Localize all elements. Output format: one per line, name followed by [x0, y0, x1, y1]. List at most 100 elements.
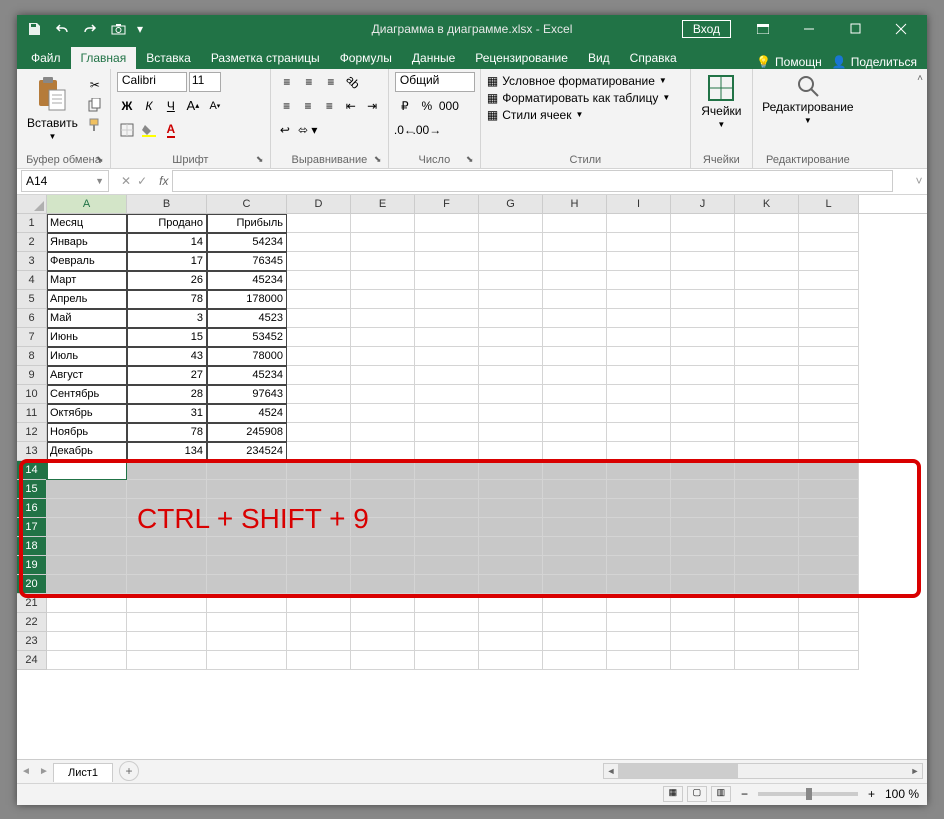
undo-icon[interactable]	[49, 17, 75, 41]
cell[interactable]	[415, 328, 479, 347]
cell[interactable]	[607, 290, 671, 309]
cell[interactable]	[799, 385, 859, 404]
tab-insert[interactable]: Вставка	[136, 47, 201, 69]
cell[interactable]	[351, 480, 415, 499]
row-header[interactable]: 15	[17, 480, 47, 499]
cell[interactable]	[351, 651, 415, 670]
cell[interactable]	[735, 518, 799, 537]
cell[interactable]	[607, 404, 671, 423]
italic-button[interactable]: К	[139, 96, 159, 116]
tab-formulas[interactable]: Формулы	[330, 47, 402, 69]
cell[interactable]	[607, 575, 671, 594]
cell[interactable]	[415, 651, 479, 670]
cell[interactable]	[735, 632, 799, 651]
font-size-combo[interactable]: 11	[189, 72, 221, 92]
column-header[interactable]: I	[607, 195, 671, 213]
cell[interactable]	[127, 480, 207, 499]
cell[interactable]	[479, 537, 543, 556]
cell[interactable]	[287, 309, 351, 328]
tab-review[interactable]: Рецензирование	[465, 47, 578, 69]
cell[interactable]	[799, 404, 859, 423]
align-middle-icon[interactable]: ≡	[299, 72, 319, 92]
cell[interactable]	[287, 271, 351, 290]
cell[interactable]	[735, 480, 799, 499]
cell[interactable]	[479, 556, 543, 575]
cell[interactable]	[543, 556, 607, 575]
editing-button[interactable]: Редактирование ▼	[759, 72, 857, 127]
cell[interactable]	[735, 309, 799, 328]
save-icon[interactable]	[21, 17, 47, 41]
cell[interactable]	[479, 651, 543, 670]
horizontal-scrollbar[interactable]: ◄ ►	[139, 763, 927, 779]
cell[interactable]: Месяц	[47, 214, 127, 233]
sheet-nav-prev-icon[interactable]: ◄	[17, 766, 35, 777]
align-top-icon[interactable]: ≡	[277, 72, 297, 92]
number-dialog-launcher[interactable]: ⬊	[466, 154, 478, 166]
row-header[interactable]: 6	[17, 309, 47, 328]
cell[interactable]	[543, 480, 607, 499]
add-sheet-button[interactable]: +	[119, 761, 139, 781]
view-page-layout-icon[interactable]: ▢	[687, 786, 707, 802]
row-header[interactable]: 5	[17, 290, 47, 309]
row-header[interactable]: 14	[17, 461, 47, 480]
cell[interactable]	[351, 328, 415, 347]
cell[interactable]	[799, 480, 859, 499]
cell[interactable]	[671, 651, 735, 670]
cell[interactable]	[287, 632, 351, 651]
cell[interactable]: 78000	[207, 347, 287, 366]
column-header[interactable]: K	[735, 195, 799, 213]
cell[interactable]	[799, 366, 859, 385]
cell[interactable]	[479, 613, 543, 632]
sheet-tab[interactable]: Лист1	[53, 763, 113, 782]
cell[interactable]: Сентябрь	[47, 385, 127, 404]
row-header[interactable]: 12	[17, 423, 47, 442]
cell[interactable]	[799, 442, 859, 461]
column-header[interactable]: C	[207, 195, 287, 213]
column-header[interactable]: E	[351, 195, 415, 213]
cell[interactable]	[415, 347, 479, 366]
cell[interactable]	[607, 385, 671, 404]
cell[interactable]	[735, 499, 799, 518]
conditional-formatting-button[interactable]: ▦Условное форматирование▼	[487, 74, 684, 88]
cell[interactable]	[351, 252, 415, 271]
cell[interactable]	[479, 233, 543, 252]
cell[interactable]	[127, 651, 207, 670]
cell[interactable]	[543, 537, 607, 556]
column-header[interactable]: L	[799, 195, 859, 213]
cell[interactable]	[735, 233, 799, 252]
cell[interactable]	[47, 613, 127, 632]
row-header[interactable]: 19	[17, 556, 47, 575]
cell[interactable]	[351, 461, 415, 480]
cell[interactable]	[671, 499, 735, 518]
cell[interactable]	[735, 651, 799, 670]
cell[interactable]	[351, 632, 415, 651]
cell[interactable]	[351, 423, 415, 442]
row-header[interactable]: 8	[17, 347, 47, 366]
percent-icon[interactable]: %	[417, 96, 437, 116]
scroll-right-icon[interactable]: ►	[908, 764, 922, 778]
cell[interactable]	[479, 366, 543, 385]
column-header[interactable]: A	[47, 195, 127, 213]
cell[interactable]	[607, 366, 671, 385]
cell[interactable]	[415, 499, 479, 518]
cell[interactable]	[207, 480, 287, 499]
cell[interactable]	[207, 461, 287, 480]
row-header[interactable]: 17	[17, 518, 47, 537]
cell[interactable]	[607, 613, 671, 632]
cell[interactable]	[671, 366, 735, 385]
cell[interactable]	[735, 575, 799, 594]
cell[interactable]	[415, 252, 479, 271]
cell[interactable]	[351, 290, 415, 309]
cell[interactable]	[287, 556, 351, 575]
cell[interactable]	[415, 309, 479, 328]
redo-icon[interactable]	[77, 17, 103, 41]
row-header[interactable]: 10	[17, 385, 47, 404]
cell[interactable]: Февраль	[47, 252, 127, 271]
cell[interactable]	[127, 632, 207, 651]
cell[interactable]	[543, 518, 607, 537]
cell[interactable]	[351, 347, 415, 366]
tab-view[interactable]: Вид	[578, 47, 620, 69]
cell[interactable]	[207, 594, 287, 613]
alignment-dialog-launcher[interactable]: ⬊	[374, 154, 386, 166]
cell[interactable]	[671, 214, 735, 233]
